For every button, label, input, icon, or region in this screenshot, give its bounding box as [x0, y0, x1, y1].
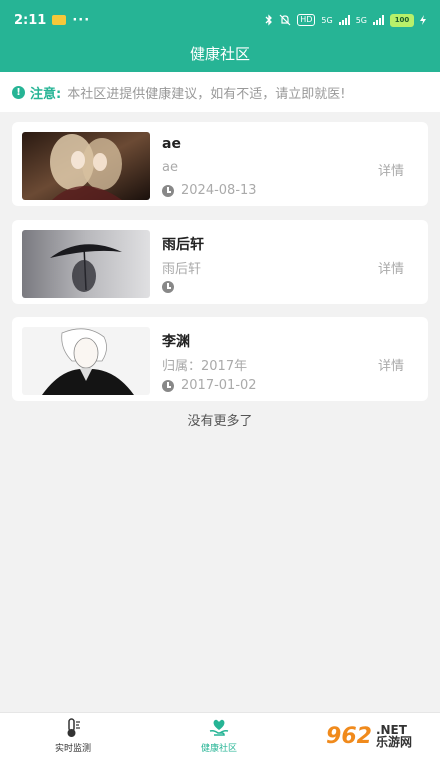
- nav-item-health-community[interactable]: 健康社区: [174, 717, 264, 754]
- notice-bar: ! 注意: 本社区进提供健康建议，如有不适，请立即就医!: [0, 72, 440, 112]
- status-left: 2:11 ···: [14, 13, 90, 28]
- notice-label: 注意:: [30, 86, 62, 102]
- info-icon: !: [12, 85, 25, 99]
- site-watermark: 962 .NET 乐游网: [304, 714, 434, 758]
- post-subtitle: 雨后轩: [162, 262, 202, 277]
- detail-link[interactable]: 详情: [378, 355, 404, 374]
- post-subtitle: 归属：2017年: [162, 359, 248, 374]
- more-notifications-icon: ···: [72, 12, 91, 28]
- post-date: 2024-08-13: [181, 183, 257, 198]
- status-bar: 2:11 ··· HD 5G 5G 100: [0, 0, 440, 40]
- signal-bars-icon-1: [338, 15, 350, 25]
- watermark-number: 962: [326, 723, 372, 749]
- heart-hand-icon: [209, 719, 229, 736]
- post-thumbnail-sketch-portrait: [22, 327, 150, 395]
- post-card[interactable]: 雨后轩 雨后轩 详情: [12, 220, 428, 304]
- post-thumbnail-anime-couple: [22, 132, 150, 200]
- status-right: HD 5G 5G 100: [265, 13, 426, 27]
- watermark-site-name: 乐游网: [375, 735, 412, 749]
- charging-icon: [420, 15, 426, 25]
- detail-link[interactable]: 详情: [378, 160, 404, 179]
- network-5g-label-2: 5G: [355, 15, 367, 25]
- clock-icon: [162, 379, 174, 392]
- network-5g-label-1: 5G: [321, 15, 333, 25]
- mute-bell-icon: [279, 14, 291, 26]
- detail-link[interactable]: 详情: [378, 258, 404, 277]
- post-date-row: 2017-01-02: [162, 378, 257, 393]
- post-title: ae: [162, 136, 181, 152]
- watermark-text-group: .NET 乐游网: [376, 724, 412, 748]
- status-time: 2:11: [14, 12, 47, 28]
- list-end-message: 没有更多了: [187, 414, 253, 429]
- post-title: 李渊: [162, 334, 190, 350]
- bluetooth-icon: [265, 14, 273, 26]
- top-bar: 2:11 ··· HD 5G 5G 100 健康社区: [0, 0, 440, 72]
- thermometer-icon: [67, 718, 80, 737]
- notice-text: 本社区进提供健康建议，如有不适，请立即就医!: [67, 86, 346, 102]
- message-notification-icon: [52, 15, 67, 25]
- post-thumbnail-umbrella: [22, 230, 150, 298]
- battery-icon: 100: [390, 13, 414, 27]
- post-date-row: [162, 281, 181, 293]
- clock-icon: [162, 184, 174, 197]
- post-date-row: 2024-08-13: [162, 183, 257, 198]
- hd-badge: HD: [297, 14, 316, 26]
- post-subtitle: ae: [162, 160, 178, 175]
- signal-bars-icon-2: [373, 15, 384, 25]
- clock-icon: [162, 281, 174, 293]
- page-title: 健康社区: [189, 45, 250, 63]
- nav-label: 实时监测: [54, 744, 91, 754]
- post-card[interactable]: ae ae 2024-08-13 详情: [12, 122, 428, 206]
- nav-label: 健康社区: [200, 744, 237, 754]
- post-card[interactable]: 李渊 归属：2017年 2017-01-02 详情: [12, 317, 428, 401]
- post-title: 雨后轩: [162, 237, 204, 253]
- post-date: 2017-01-02: [181, 378, 257, 393]
- nav-item-realtime-monitor[interactable]: 实时监测: [28, 717, 118, 754]
